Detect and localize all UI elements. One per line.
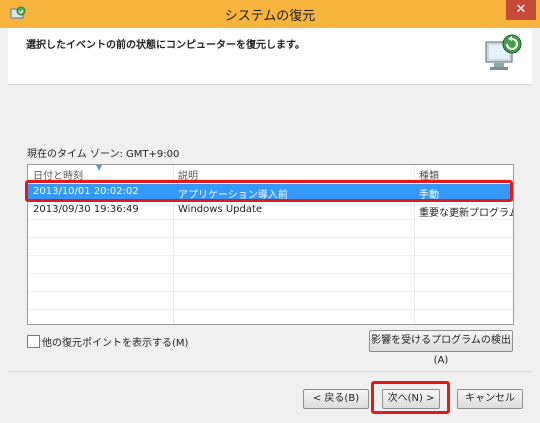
title-bar: システムの復元 ✕ [0, 0, 540, 28]
header-message: 選択したイベントの前の状態にコンピューターを復元します。 [26, 40, 305, 51]
show-more-label[interactable]: 他の復元ポイントを表示する(M) [42, 334, 188, 349]
cancel-button[interactable]: キャンセル [457, 389, 523, 409]
close-button[interactable]: ✕ [506, 0, 536, 20]
header-panel: 選択したイベントの前の状態にコンピューターを復元します。 [8, 28, 532, 85]
row-gridline [28, 291, 513, 292]
system-restore-window: システムの復元 ✕ 選択したイベントの前の状態にコンピューターを復元します。 現… [0, 0, 540, 423]
highlight-box-selected-row [25, 180, 513, 202]
row-gridline [28, 237, 513, 238]
row-gridline [28, 309, 513, 310]
row-gridline [28, 273, 513, 274]
table-row[interactable]: 2013/09/30 19:36:49 Windows Update 重要な更新… [28, 202, 513, 219]
row-gridline [28, 255, 513, 256]
back-button[interactable]: < 戻る(B) [303, 389, 369, 409]
cell-description: Windows Update [178, 204, 263, 215]
timezone-label: 現在のタイム ゾーン: GMT+9:00 [27, 149, 180, 160]
sort-caret-icon: ▼ [96, 164, 103, 172]
window-title: システムの復元 [224, 9, 316, 24]
show-more-checkbox[interactable] [27, 335, 40, 348]
cell-type: 重要な更新プログラム [419, 208, 514, 219]
list-header: 日付と時刻 ▼ 説明 種類 [28, 164, 513, 182]
detect-affected-programs-button[interactable]: 影響を受けるプログラムの検出(A) [369, 330, 513, 366]
system-restore-icon [485, 34, 522, 70]
row-gridline [28, 219, 513, 220]
highlight-box-next-button [371, 381, 450, 414]
cell-datetime: 2013/09/30 19:36:49 [33, 204, 139, 215]
footer-separator [8, 371, 532, 372]
